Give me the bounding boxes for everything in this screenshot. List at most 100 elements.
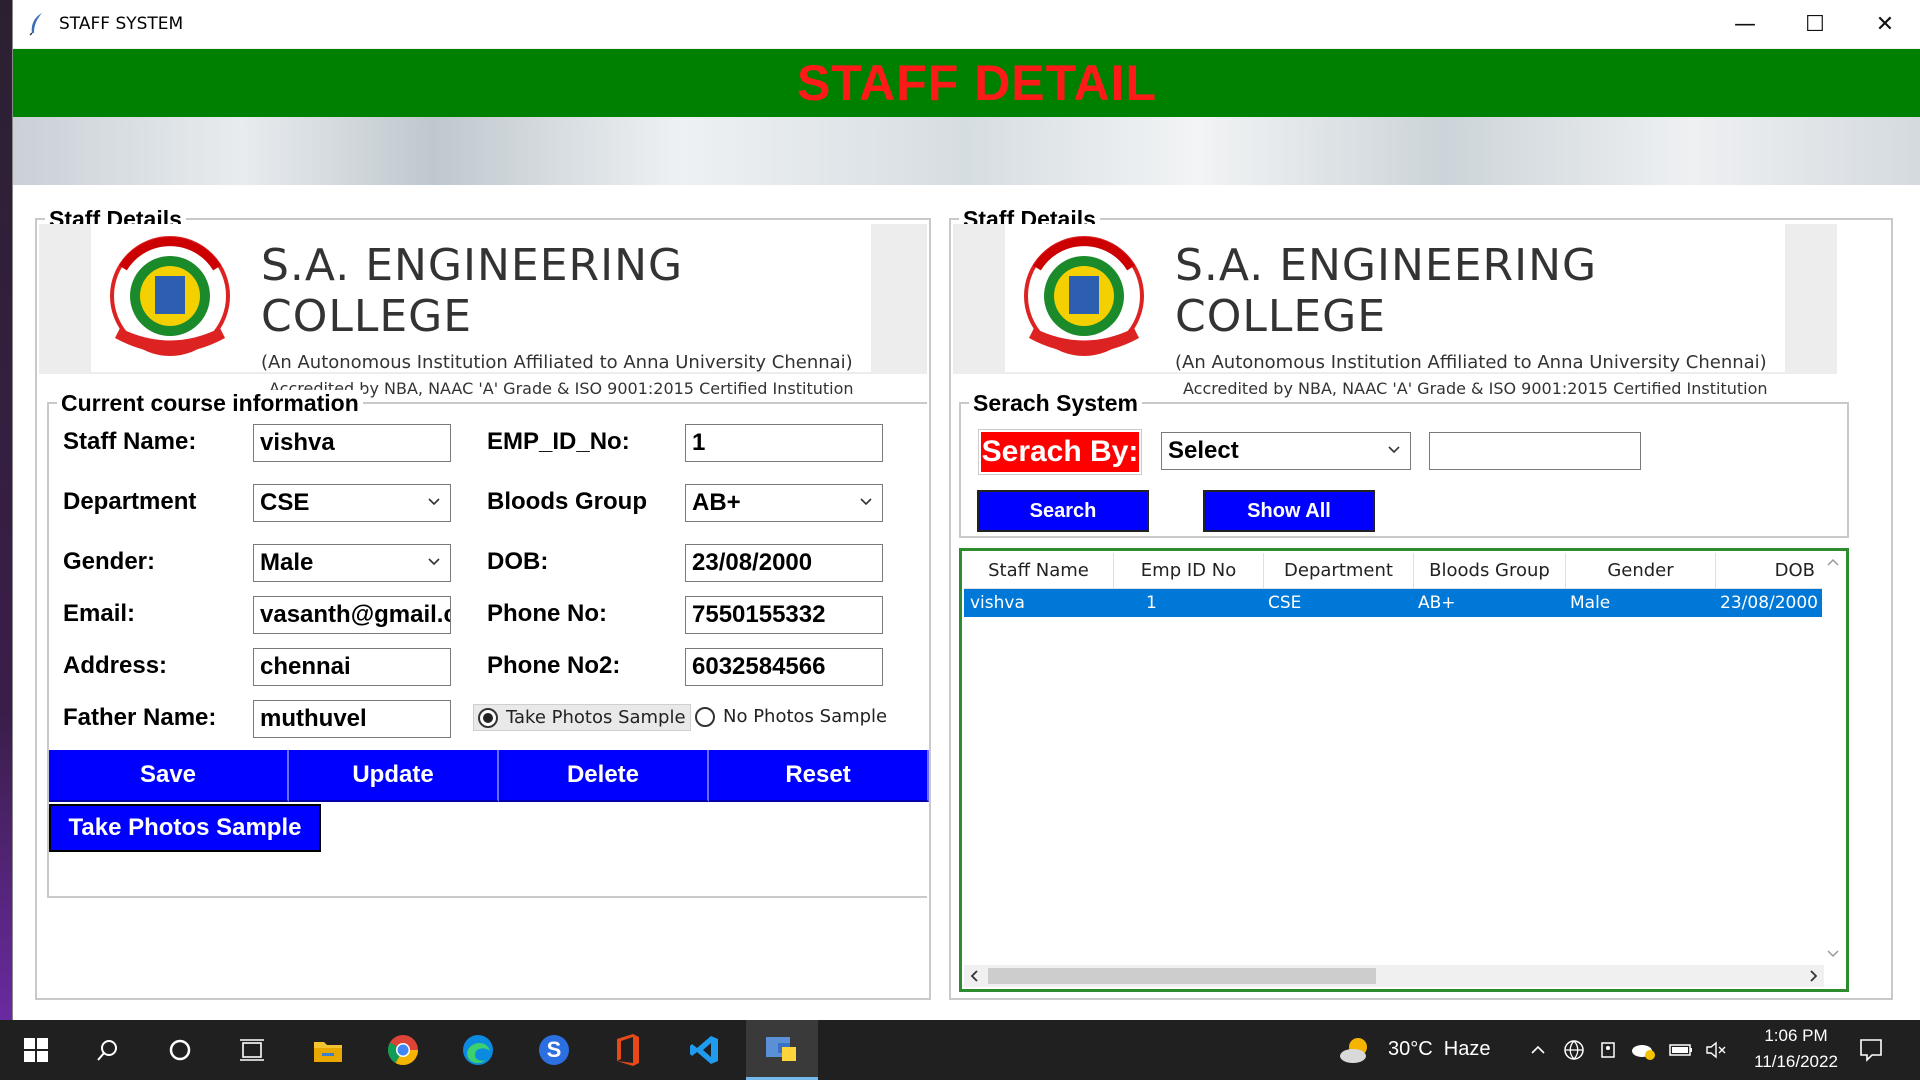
search-icon[interactable] <box>88 1030 128 1070</box>
blood-group-select[interactable]: AB+ <box>685 484 883 522</box>
clock-date[interactable]: 11/16/2022 <box>1744 1052 1848 1072</box>
department-value: CSE <box>260 489 310 516</box>
chevron-down-icon <box>428 498 440 506</box>
file-explorer-icon[interactable] <box>308 1030 348 1070</box>
department-select[interactable]: CSE <box>253 484 451 522</box>
take-photos-radio-label: Take Photos Sample <box>506 707 686 728</box>
column-header[interactable]: Gender <box>1566 553 1716 588</box>
column-header[interactable]: DOB <box>1716 553 1824 588</box>
meet-now-icon[interactable] <box>1598 1039 1620 1061</box>
start-button[interactable] <box>16 1030 56 1070</box>
python-app-taskbar-item[interactable] <box>746 1020 818 1080</box>
college-name: S.A. ENGINEERING COLLEGE <box>1175 240 1598 342</box>
column-header[interactable]: Staff Name <box>964 553 1114 588</box>
phone2-input[interactable]: 6032584566 <box>685 648 883 686</box>
volume-muted-icon[interactable] <box>1704 1039 1728 1061</box>
table-cell: vishva <box>970 593 1025 613</box>
horizontal-scrollbar[interactable] <box>964 965 1824 987</box>
horizontal-scroll-thumb[interactable] <box>988 968 1376 984</box>
delete-button[interactable]: Delete <box>499 750 709 802</box>
radio-selected-icon <box>478 707 498 728</box>
svg-text:S: S <box>547 1037 562 1062</box>
table-row[interactable]: vishva 1 CSE AB+ Male 23/08/2000 <box>964 589 1824 617</box>
column-header[interactable]: Bloods Group <box>1414 553 1566 588</box>
column-header[interactable]: Department <box>1264 553 1414 588</box>
college-subtitle: (An Autonomous Institution Affiliated to… <box>1175 352 1767 373</box>
search-by-label: Serach By: <box>978 429 1142 475</box>
cortana-icon[interactable] <box>160 1030 200 1070</box>
staff-name-label: Staff Name: <box>63 428 197 455</box>
column-header[interactable]: Emp ID No <box>1114 553 1264 588</box>
maximize-button[interactable]: ☐ <box>1780 0 1850 48</box>
minimize-button[interactable]: — <box>1710 0 1780 48</box>
table-cell: 1 <box>1146 593 1157 613</box>
gender-label: Gender: <box>63 548 156 575</box>
course-info-group: Current course information Staff Name: v… <box>47 390 929 898</box>
phone-input[interactable]: 7550155332 <box>685 596 883 634</box>
chrome-icon[interactable] <box>383 1030 423 1070</box>
college-subtitle: (An Autonomous Institution Affiliated to… <box>261 352 853 373</box>
address-input[interactable]: chennai <box>253 648 451 686</box>
scroll-down-icon[interactable] <box>1822 943 1844 963</box>
update-button[interactable]: Update <box>289 750 499 802</box>
main-content: Staff Details S.A. ENGINEERING COLLEGE (… <box>13 185 1920 1020</box>
scroll-right-icon[interactable] <box>1802 965 1824 987</box>
phone2-label: Phone No2: <box>487 652 621 679</box>
college-name: S.A. ENGINEERING COLLEGE <box>261 240 684 342</box>
staff-name-input[interactable]: vishva <box>253 424 451 462</box>
dob-label: DOB: <box>487 548 549 575</box>
left-staff-details-group: Staff Details S.A. ENGINEERING COLLEGE (… <box>35 206 931 1000</box>
desktop-background <box>0 0 12 1020</box>
chevron-down-icon <box>428 558 440 566</box>
take-photos-radio[interactable]: Take Photos Sample <box>473 704 691 731</box>
office-icon[interactable] <box>608 1030 648 1070</box>
battery-icon[interactable] <box>1668 1040 1694 1060</box>
no-photos-radio[interactable]: No Photos Sample <box>695 706 887 727</box>
email-input[interactable]: vasanth@gmail.c <box>253 596 451 634</box>
chevron-down-icon <box>860 498 872 506</box>
reset-button[interactable]: Reset <box>709 750 929 802</box>
task-view-icon[interactable] <box>232 1030 272 1070</box>
edge-icon[interactable] <box>458 1030 498 1070</box>
close-button[interactable]: ✕ <box>1850 0 1920 48</box>
search-by-value: Select <box>1168 437 1239 464</box>
title-bar[interactable]: STAFF SYSTEM — ☐ ✕ <box>13 0 1920 48</box>
show-all-button[interactable]: Show All <box>1203 490 1375 532</box>
weather-text[interactable]: 30°C Haze <box>1388 1038 1491 1061</box>
weather-sun-cloud-icon <box>1340 1038 1367 1063</box>
clock-time[interactable]: 1:06 PM <box>1756 1026 1836 1046</box>
father-name-input[interactable]: muthuvel <box>253 700 451 738</box>
table-header: Staff Name Emp ID No Department Bloods G… <box>964 553 1824 589</box>
windows-logo-icon <box>24 1038 48 1062</box>
college-logo-banner: S.A. ENGINEERING COLLEGE (An Autonomous … <box>91 224 871 398</box>
save-button[interactable]: Save <box>49 750 289 802</box>
vertical-scrollbar[interactable] <box>1822 553 1844 963</box>
scroll-up-icon[interactable] <box>1822 553 1844 573</box>
app-s-icon[interactable]: S <box>534 1030 574 1070</box>
take-photos-sample-button[interactable]: Take Photos Sample <box>49 804 321 852</box>
dob-input[interactable]: 23/08/2000 <box>685 544 883 582</box>
search-by-select[interactable]: Select <box>1161 432 1411 470</box>
chevron-down-icon <box>1388 446 1400 454</box>
right-staff-details-group: Staff Details S.A. ENGINEERING COLLEGE (… <box>949 206 1893 1000</box>
emp-id-label: EMP_ID_No: <box>487 428 630 455</box>
address-label: Address: <box>63 652 168 679</box>
vscode-icon[interactable] <box>684 1030 724 1070</box>
emp-id-input[interactable]: 1 <box>685 424 883 462</box>
staff-table[interactable]: Staff Name Emp ID No Department Bloods G… <box>959 548 1849 992</box>
scroll-left-icon[interactable] <box>964 965 986 987</box>
college-logo-banner: S.A. ENGINEERING COLLEGE (An Autonomous … <box>1005 224 1785 398</box>
header-banner-image <box>13 117 1920 185</box>
table-cell: 23/08/2000 <box>1720 593 1818 613</box>
page-title: STAFF DETAIL <box>796 55 1158 111</box>
onedrive-warning-icon[interactable] <box>1630 1039 1656 1061</box>
father-name-label: Father Name: <box>63 704 217 731</box>
header-bar: STAFF DETAIL <box>13 49 1920 117</box>
globe-icon[interactable] <box>1562 1038 1586 1062</box>
chevron-up-icon[interactable] <box>1528 1040 1548 1060</box>
notifications-icon[interactable] <box>1858 1037 1884 1063</box>
gender-select[interactable]: Male <box>253 544 451 582</box>
gender-value: Male <box>260 549 314 576</box>
search-text-input[interactable] <box>1429 432 1641 470</box>
search-button[interactable]: Search <box>977 490 1149 532</box>
